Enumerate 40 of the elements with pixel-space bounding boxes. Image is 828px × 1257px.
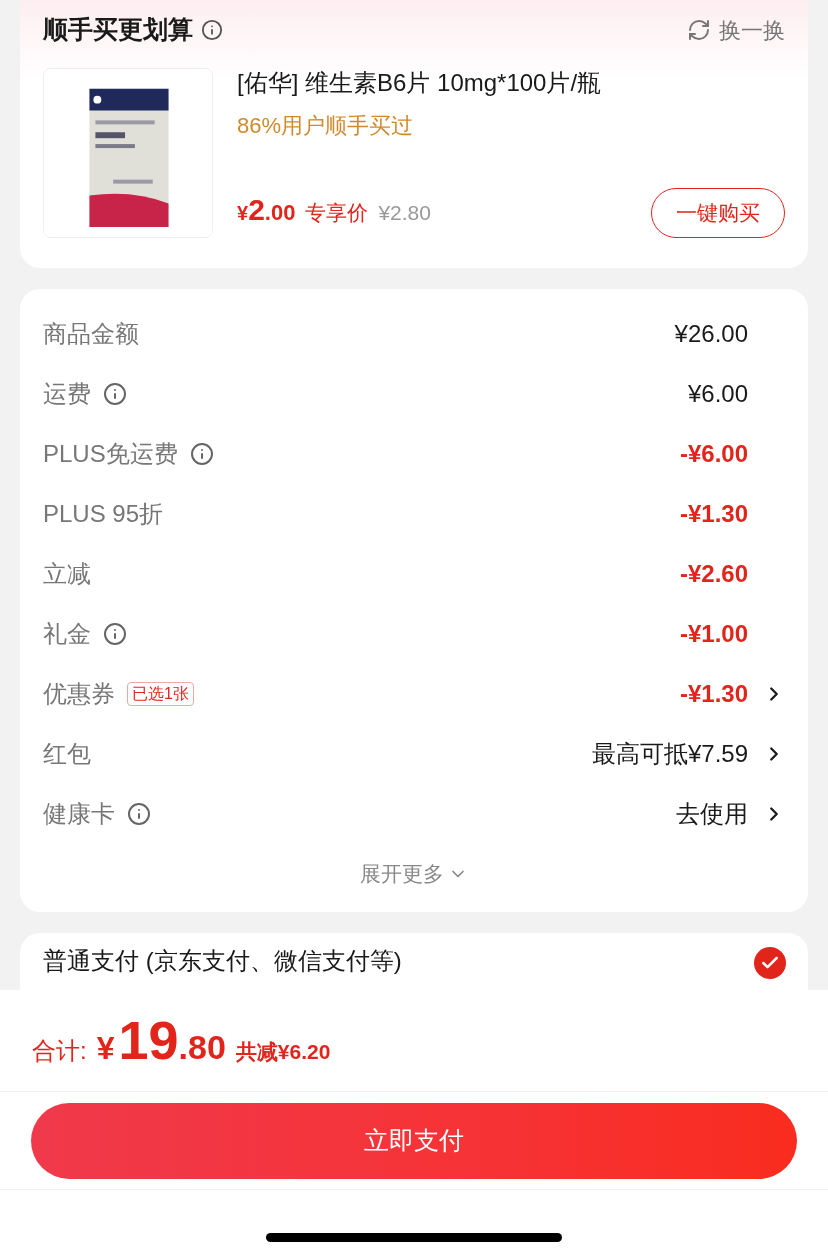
coupon-tag: 已选1张 (127, 682, 194, 706)
row-value[interactable]: 去使用 (676, 796, 748, 832)
radio-check[interactable] (754, 946, 786, 979)
section-title: 顺手买更划算 (43, 14, 193, 46)
product-price: ¥2.00 (237, 192, 296, 228)
row-label: 运费 (43, 379, 91, 409)
product-name[interactable]: [佑华] 维生素B6片 10mg*100片/瓶 (237, 68, 785, 98)
purchase-rate: 86%用户顺手买过 (237, 112, 415, 140)
original-price: ¥2.80 (378, 200, 431, 226)
price-label: 专享价 (305, 200, 369, 226)
info-icon[interactable] (103, 622, 127, 646)
buy-button[interactable]: 一键购买 (651, 188, 785, 238)
row-value: -¥1.00 (679, 619, 748, 649)
row-label: 健康卡 (43, 799, 115, 829)
row-label: 礼金 (43, 619, 91, 649)
refresh-icon (687, 18, 711, 42)
row-label: 立减 (43, 559, 91, 589)
info-icon[interactable] (127, 802, 151, 826)
info-icon[interactable] (201, 19, 223, 41)
row-label: 优惠券 (43, 679, 115, 709)
row-value: ¥26.00 (674, 319, 748, 349)
row-value[interactable]: 最高可抵¥7.59 (591, 736, 748, 772)
row-label: 商品金额 (43, 319, 139, 349)
row-value: -¥2.60 (679, 559, 748, 589)
pay-button[interactable]: 立即支付 (31, 1102, 797, 1179)
row-label: 红包 (43, 739, 91, 769)
info-icon[interactable] (189, 442, 214, 466)
total-price: ¥19.80 (96, 1009, 226, 1072)
row-label: PLUS免运费 (43, 439, 178, 469)
row-value[interactable]: -¥1.30 (679, 676, 748, 712)
total-savings: 共减¥6.20 (235, 1039, 331, 1065)
refresh-button[interactable]: 换一换 (687, 13, 785, 47)
row-value: -¥1.30 (679, 499, 748, 529)
payment-option[interactable]: 普通支付 (京东支付、微信支付等) (43, 942, 402, 979)
row-value: ¥6.00 (687, 379, 748, 409)
row-value: -¥6.00 (679, 439, 748, 469)
expand-more-button[interactable]: 展开更多 (360, 858, 468, 890)
total-label: 合计: (32, 1036, 87, 1066)
row-label: PLUS 95折 (43, 499, 164, 529)
info-icon[interactable] (103, 382, 127, 406)
